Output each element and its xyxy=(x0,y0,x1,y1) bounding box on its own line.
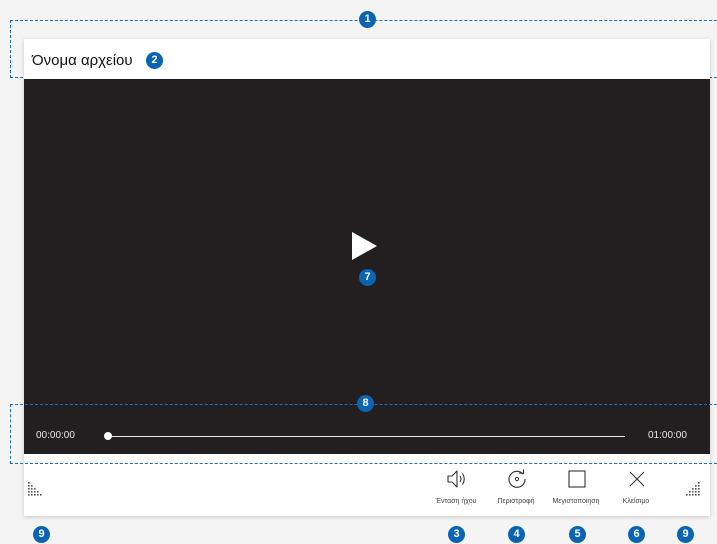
close-label: Κλείσιμο xyxy=(622,498,650,505)
callout-volume: 3 xyxy=(448,526,465,543)
resize-grip-icon xyxy=(686,482,700,496)
file-name: Όνομα αρχείου xyxy=(32,52,133,69)
resize-handle-right[interactable] xyxy=(686,482,702,498)
resize-grip-icon xyxy=(28,482,42,496)
play-button[interactable] xyxy=(349,230,379,262)
callout-rotate: 4 xyxy=(508,526,525,543)
seek-region-outline xyxy=(10,404,717,464)
close-icon xyxy=(629,471,645,487)
callout-seek-region: 8 xyxy=(357,395,374,412)
callout-resize-left: 9 xyxy=(33,526,50,543)
callout-close: 6 xyxy=(628,526,645,543)
callout-file-name: 2 xyxy=(146,52,163,69)
rotate-icon xyxy=(508,469,526,488)
volume-icon xyxy=(447,470,465,488)
resize-handle-left[interactable] xyxy=(28,482,44,498)
callout-maximize: 5 xyxy=(569,526,586,543)
callout-resize-right: 9 xyxy=(677,526,694,543)
maximize-icon xyxy=(568,470,586,488)
callout-play: 7 xyxy=(359,269,376,286)
title-bar[interactable]: Όνομα αρχείου xyxy=(24,39,710,79)
callout-title-region: 1 xyxy=(359,11,376,28)
play-icon xyxy=(352,232,377,260)
